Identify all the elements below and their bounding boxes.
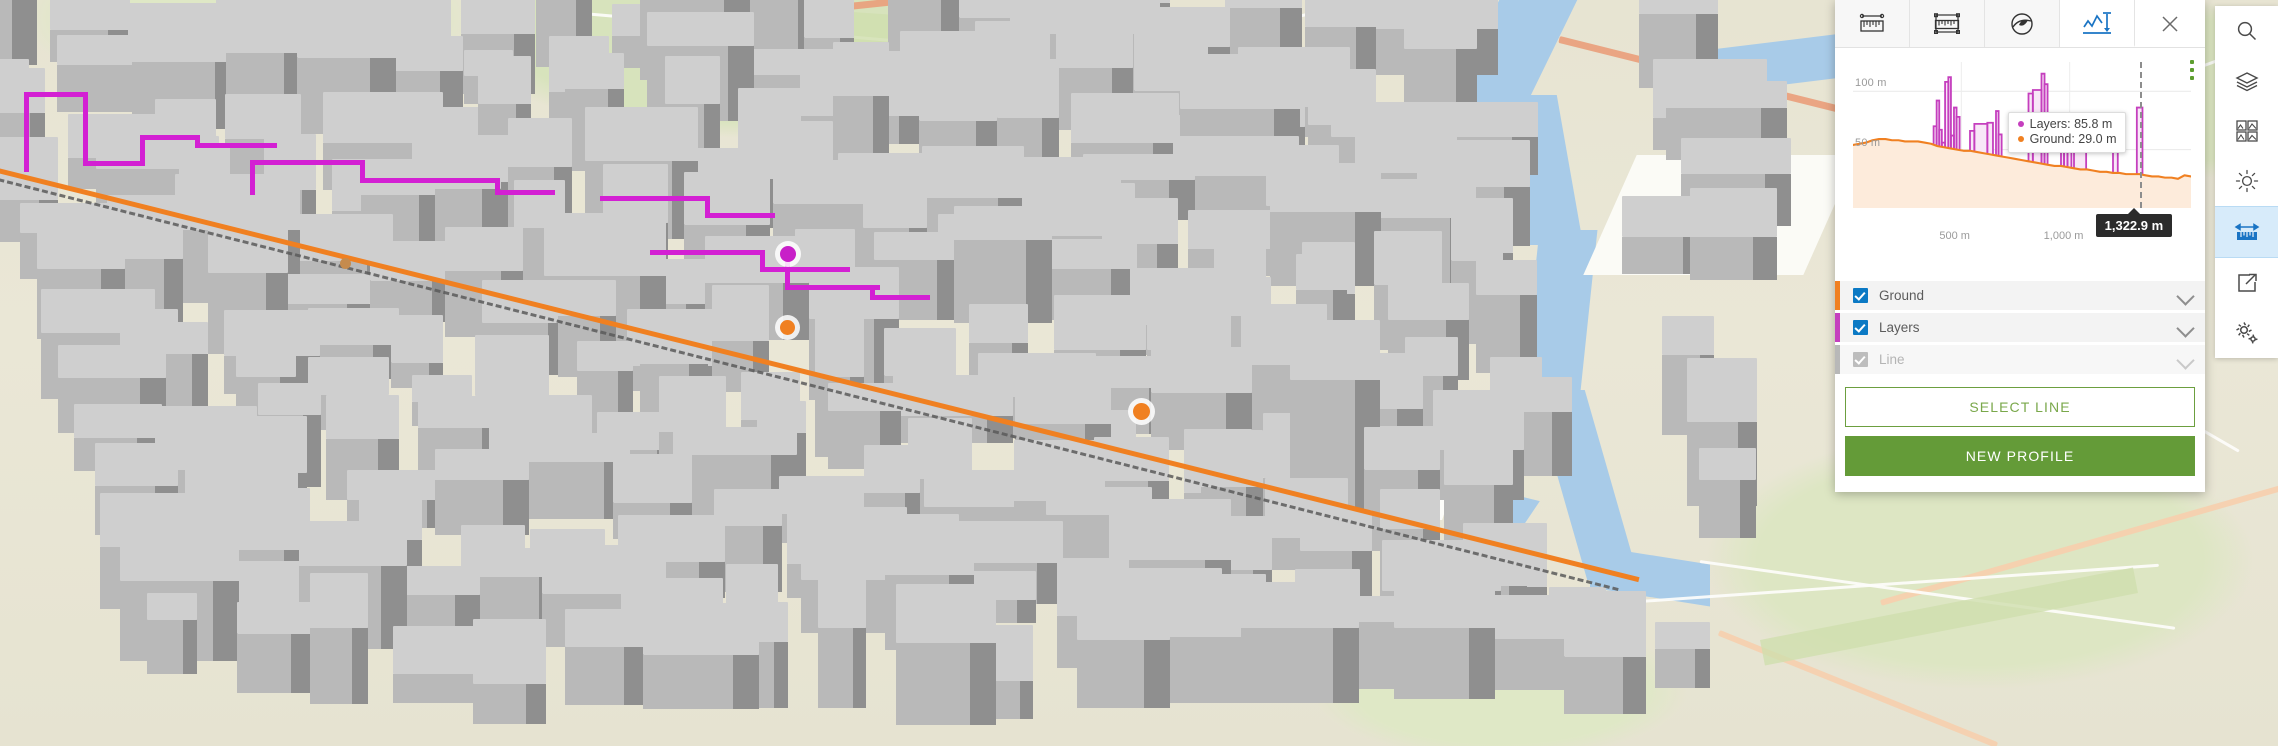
rail-item-layers[interactable] (2215, 56, 2278, 106)
chevron-down-icon[interactable] (2176, 351, 2195, 370)
basemap-gallery-icon (2235, 119, 2259, 143)
layers-path-segment (250, 160, 255, 195)
layers-path-segment (83, 92, 88, 166)
rail-item-settings[interactable] (2215, 308, 2278, 358)
layers-path-segment (140, 135, 200, 140)
x-axis-tick-label: 500 m (1939, 230, 1970, 242)
tab-elevation-profile[interactable] (2060, 0, 2135, 47)
layers-vertex-marker[interactable] (780, 246, 796, 262)
layers-path-segment (250, 160, 365, 165)
chevron-down-icon[interactable] (2176, 287, 2195, 306)
ruler-icon (1859, 13, 1885, 35)
rail-item-basemap[interactable] (2215, 106, 2278, 156)
x-axis-tick-label: 1,000 m (2043, 230, 2084, 242)
select-line-button[interactable]: SELECT LINE (1845, 387, 2195, 427)
profile-midpoint-marker[interactable] (340, 258, 351, 269)
layers-path-segment (785, 285, 880, 290)
tab-slice[interactable] (1985, 0, 2060, 47)
layers-color-dot (2017, 121, 2024, 128)
legend-color-swatch (1835, 313, 1840, 342)
layers-icon (2234, 70, 2259, 92)
legend-label: Line (1879, 352, 1905, 367)
new-profile-button[interactable]: NEW PROFILE (1845, 436, 2195, 476)
layers-path-segment (870, 295, 930, 300)
tab-direct-line-measurement[interactable] (1835, 0, 1910, 47)
y-axis-tick-label: 100 m (1855, 77, 1887, 90)
legend-color-swatch (1835, 345, 1840, 374)
y-axis-tick-label: 50 m (1855, 136, 1881, 149)
share-icon (2235, 271, 2259, 295)
legend-checkbox[interactable] (1853, 320, 1868, 335)
tooltip-layers-value: Layers: 85.8 m (2029, 116, 2113, 131)
rail-item-search[interactable] (2215, 6, 2278, 56)
layers-path-segment (195, 143, 277, 148)
legend-color-swatch (1835, 281, 1840, 310)
tooltip-ground-value: Ground: 29.0 m (2029, 131, 2117, 146)
slice-icon (2009, 12, 2035, 36)
profile-endpoint-marker[interactable] (1133, 403, 1150, 420)
legend-row-line[interactable]: Line (1835, 345, 2205, 374)
sun-icon (2235, 169, 2259, 193)
layers-path-segment (495, 190, 555, 195)
settings-gear-icon (2234, 320, 2260, 346)
legend-row-ground[interactable]: Ground (1835, 281, 2205, 310)
panel-actions: SELECT LINE NEW PROFILE (1835, 377, 2205, 492)
layers-path-segment (760, 267, 850, 272)
legend-label: Ground (1879, 288, 1925, 303)
layers-path-segment (650, 250, 765, 255)
layers-path-segment (705, 213, 775, 218)
tab-area-measurement[interactable] (1910, 0, 1985, 47)
layers-path-segment (83, 161, 145, 166)
close-panel-button[interactable] (2135, 0, 2205, 47)
chevron-down-icon[interactable] (2176, 319, 2195, 338)
chart-value-tooltip: Layers: 85.8 m Ground: 29.0 m (2007, 111, 2127, 153)
area-ruler-icon (1933, 12, 1961, 35)
chart-cursor-distance-label: 1,322.9 m (2095, 208, 2173, 237)
ground-color-dot (2017, 136, 2024, 143)
rail-item-share[interactable] (2215, 258, 2278, 308)
layers-path-segment (600, 196, 710, 201)
elevation-profile-chart[interactable]: 100 m 50 m 500 m 1,000 m 1,322.9 m Layer… (1835, 48, 2205, 279)
legend-checkbox[interactable] (1853, 288, 1868, 303)
measurement-icon (2234, 219, 2260, 245)
legend-checkbox[interactable] (1853, 352, 1868, 367)
rail-item-daylight[interactable] (2215, 156, 2278, 206)
measurement-tool-tabs (1835, 0, 2205, 48)
profile-legend-list: Ground Layers Line (1835, 281, 2205, 374)
legend-label: Layers (1879, 320, 1920, 335)
tool-rail (2215, 6, 2278, 358)
legend-row-layers[interactable]: Layers (1835, 313, 2205, 342)
close-icon (2159, 13, 2181, 35)
measurement-panel: 100 m 50 m 500 m 1,000 m 1,322.9 m Layer… (1835, 0, 2205, 492)
chart-cursor-line (2139, 62, 2142, 208)
rail-item-measurement[interactable] (2215, 206, 2278, 258)
search-icon (2236, 20, 2258, 42)
layers-path-segment (24, 92, 86, 97)
layers-path-segment (360, 178, 500, 183)
ground-vertex-marker[interactable] (780, 320, 795, 335)
elevation-profile-icon (2082, 11, 2112, 35)
layers-path-segment (24, 92, 29, 172)
